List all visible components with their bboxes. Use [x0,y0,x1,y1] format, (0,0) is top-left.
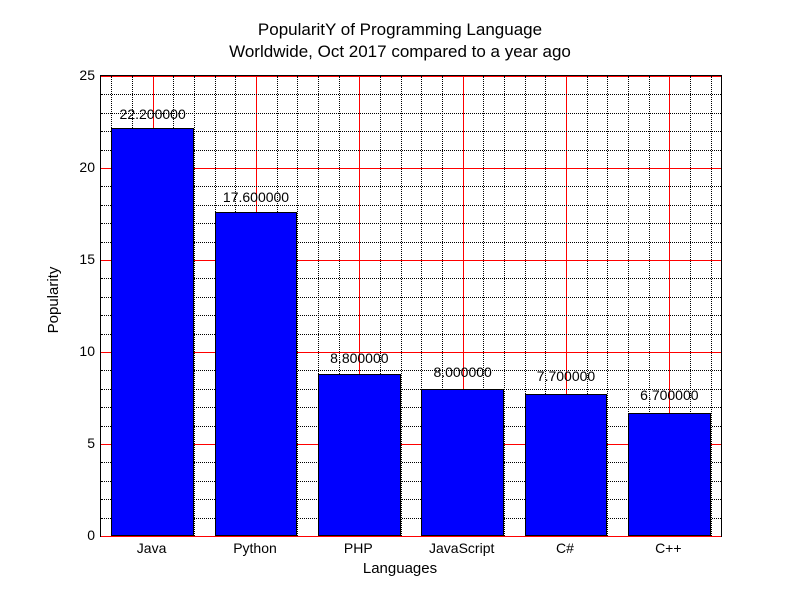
bar-java [111,128,194,536]
bar-php [318,374,401,536]
x-tick-java: Java [137,540,167,556]
x-axis-label: Languages [0,560,800,577]
y-tick-5: 5 [75,435,95,451]
y-axis-label: Popularity [45,267,62,334]
chart-title-line2: Worldwide, Oct 2017 compared to a year a… [0,42,800,62]
chart-title-line1: PopularitY of Programming Language [0,20,800,40]
bar-label-python: 17.600000 [223,189,289,205]
x-tick-cpp: C++ [655,540,681,556]
bar-label-java: 22.200000 [120,106,186,122]
bar-label-php: 8.800000 [330,350,388,366]
bar-label-javascript: 8.000000 [433,364,491,380]
bar-cpp [628,413,711,536]
bar-label-csharp: 7.700000 [537,368,595,384]
x-tick-javascript: JavaScript [429,540,494,556]
y-tick-0: 0 [75,527,95,543]
x-tick-python: Python [233,540,277,556]
bar-label-cpp: 6.700000 [640,387,698,403]
bar-python [215,212,298,536]
bar-csharp [525,394,608,536]
chart-container: PopularitY of Programming Language World… [0,0,800,600]
y-tick-15: 15 [75,251,95,267]
x-tick-php: PHP [344,540,373,556]
y-tick-25: 25 [75,67,95,83]
x-tick-csharp: C# [556,540,574,556]
bar-javascript [421,389,504,536]
y-tick-20: 20 [75,159,95,175]
plot-area: 22.200000 17.600000 8.800000 8.000000 7.… [100,75,722,537]
y-tick-10: 10 [75,343,95,359]
